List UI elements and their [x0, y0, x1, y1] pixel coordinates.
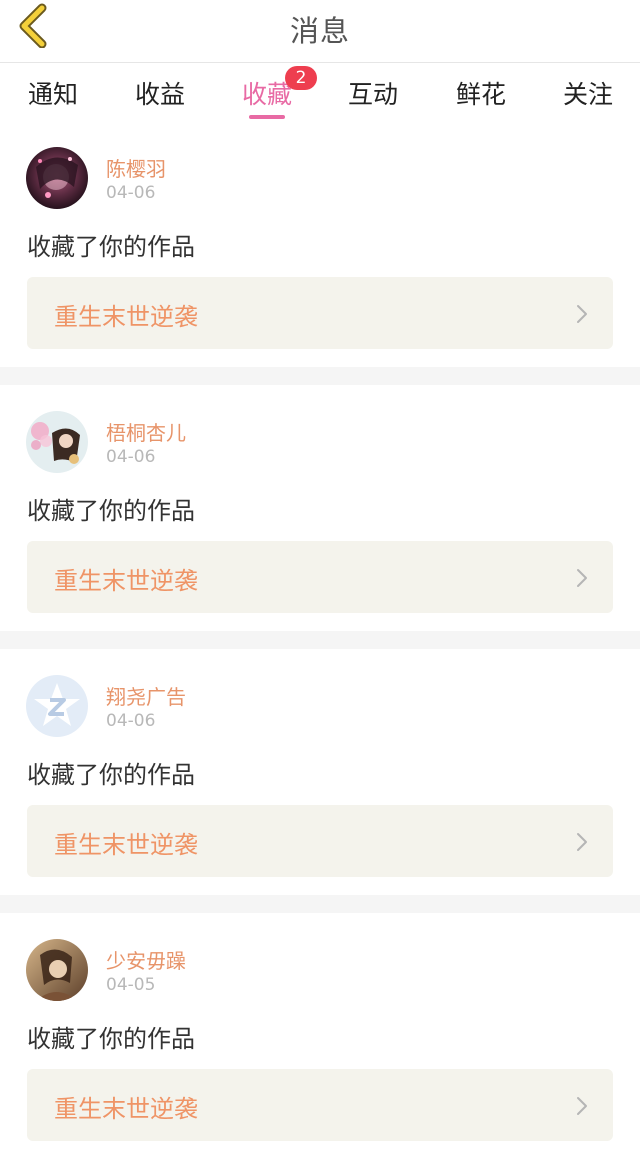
- chevron-right-icon: [577, 305, 587, 323]
- notification-item: 翔尧广告 04-06 收藏了你的作品 重生末世逆袭: [0, 649, 640, 895]
- tab-label: 通知: [27, 80, 78, 109]
- notification-item: 梧桐杏儿 04-06 收藏了你的作品 重生末世逆袭: [0, 385, 640, 631]
- tab-favorites[interactable]: 收藏 2: [241, 66, 317, 119]
- tab-label: 互动: [347, 80, 398, 109]
- work-link-button[interactable]: 重生末世逆袭: [27, 277, 613, 349]
- avatar[interactable]: [26, 675, 88, 737]
- divider: [0, 631, 640, 649]
- anime-girl-flowers-avatar-icon: [26, 411, 88, 473]
- active-tab-indicator: [249, 115, 285, 119]
- work-title: 重生末世逆袭: [54, 1095, 198, 1123]
- notification-date: 04-06: [106, 711, 156, 731]
- tab-earnings[interactable]: 收益: [134, 75, 186, 119]
- notification-date: 04-05: [106, 975, 156, 995]
- divider: [0, 895, 640, 913]
- user-name[interactable]: 少安毋躁: [106, 945, 186, 974]
- tab-interactions[interactable]: 互动: [347, 75, 399, 119]
- tab-bar: 通知 收益 收藏 2 互动 鲜花 关注: [0, 63, 640, 121]
- work-title: 重生末世逆袭: [54, 567, 198, 595]
- tab-notifications[interactable]: 通知: [27, 75, 79, 119]
- work-title: 重生末世逆袭: [54, 831, 198, 859]
- user-name[interactable]: 陈樱羽: [106, 153, 166, 182]
- chevron-right-icon: [577, 569, 587, 587]
- avatar[interactable]: [26, 147, 88, 209]
- chevron-right-icon: [577, 833, 587, 851]
- action-text: 收藏了你的作品: [27, 761, 195, 789]
- notification-list: 陈樱羽 04-06 收藏了你的作品 重生末世逆袭 梧桐杏儿 04-06 收藏了你…: [0, 121, 640, 1159]
- tab-label: 鲜花: [455, 80, 506, 109]
- action-text: 收藏了你的作品: [27, 233, 195, 261]
- action-text: 收藏了你的作品: [27, 497, 195, 525]
- tab-label: 收益: [134, 80, 185, 109]
- notification-item: 陈樱羽 04-06 收藏了你的作品 重生末世逆袭: [0, 121, 640, 367]
- notification-date: 04-06: [106, 183, 156, 203]
- sepia-girl-avatar-icon: [26, 939, 88, 1001]
- tab-flowers[interactable]: 鲜花: [455, 75, 507, 119]
- work-link-button[interactable]: 重生末世逆袭: [27, 1069, 613, 1141]
- work-link-button[interactable]: 重生末世逆袭: [27, 541, 613, 613]
- work-title: 重生末世逆袭: [54, 303, 198, 331]
- top-navigation-bar: 消息: [0, 0, 640, 63]
- avatar[interactable]: [26, 939, 88, 1001]
- unread-count-badge: 2: [285, 66, 317, 90]
- chevron-right-icon: [577, 1097, 587, 1115]
- user-name[interactable]: 翔尧广告: [106, 681, 186, 710]
- action-text: 收藏了你的作品: [27, 1025, 195, 1053]
- anime-girl-dark-avatar-icon: [26, 147, 88, 209]
- notification-date: 04-06: [106, 447, 156, 467]
- user-name[interactable]: 梧桐杏儿: [106, 417, 186, 446]
- tab-label: 收藏: [241, 80, 292, 109]
- notification-item: 少安毋躁 04-05 收藏了你的作品 重生末世逆袭: [0, 913, 640, 1159]
- tab-label: 关注: [562, 80, 613, 109]
- tab-following[interactable]: 关注: [562, 75, 614, 119]
- page-title: 消息: [289, 14, 350, 48]
- divider: [0, 367, 640, 385]
- work-link-button[interactable]: 重生末世逆袭: [27, 805, 613, 877]
- default-star-z-avatar-icon: [26, 675, 88, 737]
- avatar[interactable]: [26, 411, 88, 473]
